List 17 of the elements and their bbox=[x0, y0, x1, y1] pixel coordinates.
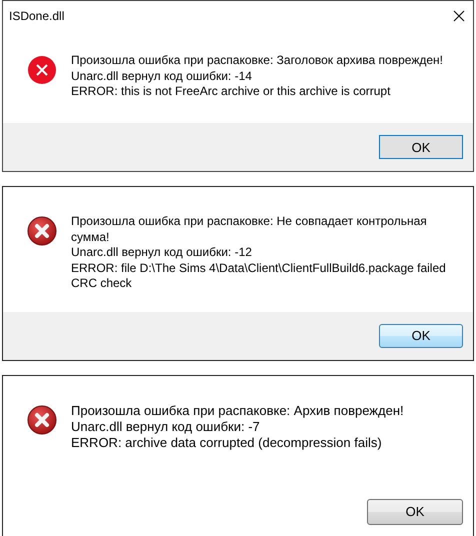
ok-button[interactable]: OK bbox=[379, 135, 463, 159]
error-message: ERROR: this is not FreeArc archive or this archive is corrupt bbox=[71, 84, 392, 100]
error-icon bbox=[27, 404, 57, 434]
error-message: Произошла ошибка при распаковке: Архив поврежден! bbox=[71, 402, 405, 418]
error-icon bbox=[27, 55, 57, 85]
error-message: Unarc.dll вернул код ошибки: -12 bbox=[71, 245, 253, 260]
error-message: Произошла ошибка при распаковке: Заголовок архива поврежден! bbox=[71, 53, 444, 68]
error-message: Unarc.dll вернул код ошибки: -7 bbox=[71, 418, 261, 434]
ok-button[interactable]: OK bbox=[367, 498, 463, 524]
error-message: Unarc.dll вернул код ошибки: -14 bbox=[71, 68, 253, 84]
error-message: ERROR: archive data corrupted (decompression fails) bbox=[71, 434, 383, 450]
window-title: ISDone.dll bbox=[9, 9, 64, 23]
ok-button[interactable]: OK bbox=[379, 324, 463, 348]
close-icon[interactable] bbox=[453, 10, 465, 22]
error-message: Произошла ошибка при распаковке: Не совпадает контрольная сумма! bbox=[71, 214, 428, 245]
error-message: ERROR: file D:\The Sims 4\Data\Client\ClientFullBuild6.package failed CRC check bbox=[71, 260, 446, 292]
error-icon bbox=[27, 216, 57, 246]
